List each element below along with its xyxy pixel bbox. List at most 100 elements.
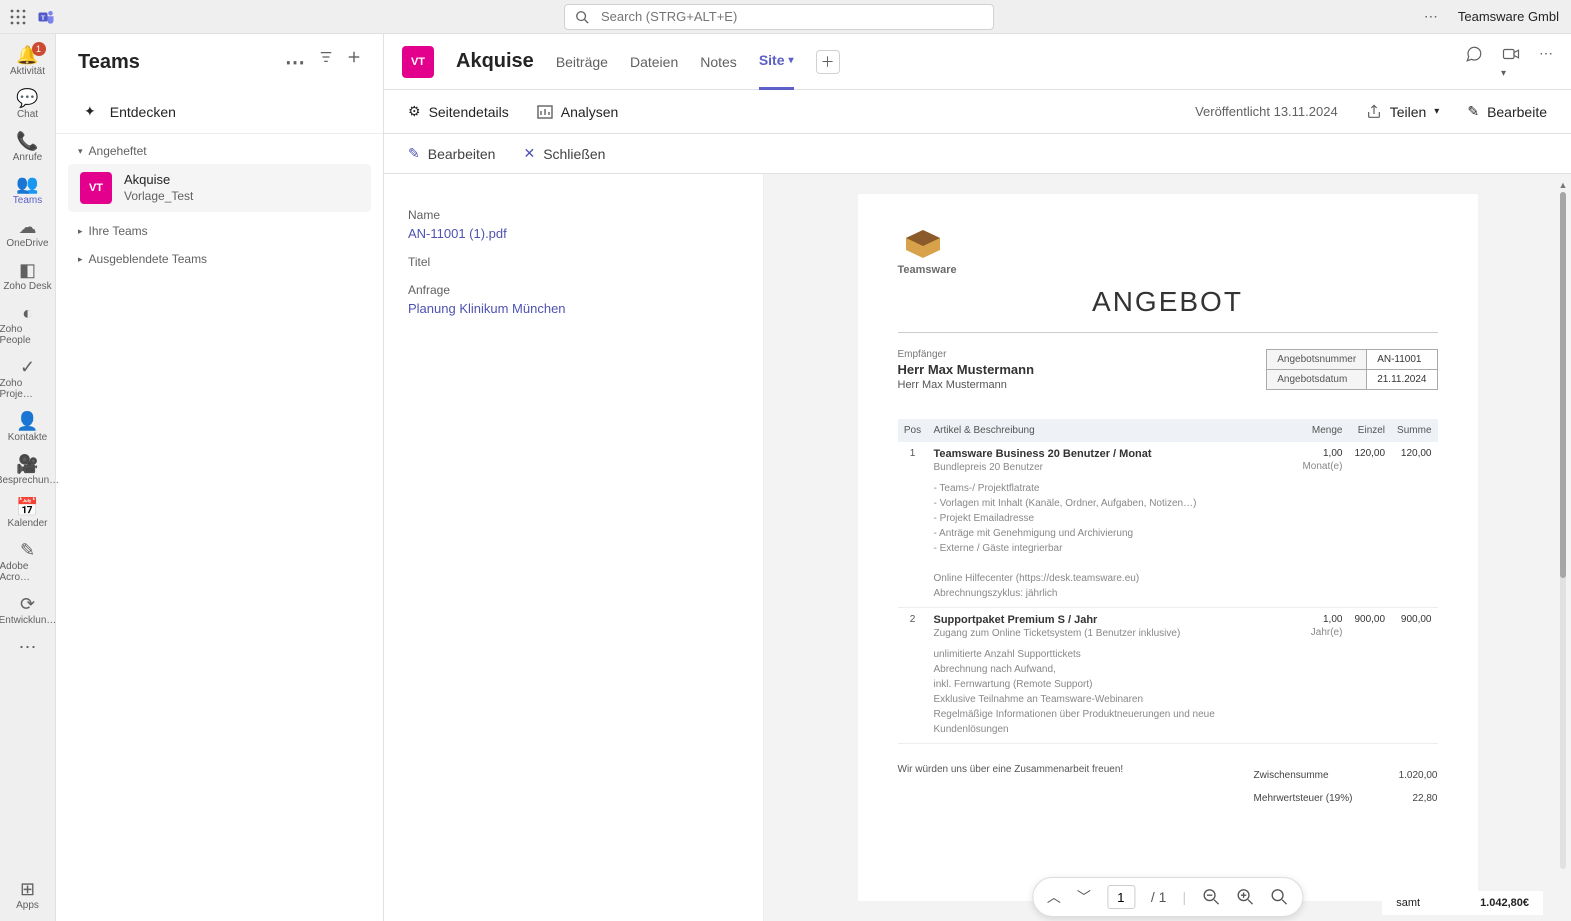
scroll-up-icon[interactable]: ▲ <box>1557 180 1569 192</box>
share-label: Teilen <box>1390 104 1427 120</box>
share-icon <box>1366 104 1382 120</box>
meta-title-key: Titel <box>408 255 739 269</box>
rail-label: Zoho People <box>0 324 56 346</box>
add-tab-button[interactable]: ＋ <box>816 50 840 74</box>
edit-page-button[interactable]: ✎ Bearbeite <box>1467 103 1547 120</box>
tab-dateien[interactable]: Dateien <box>630 34 678 90</box>
section-pinned-label: Angeheftet <box>89 144 147 158</box>
document-viewport[interactable]: Teamsware ANGEBOT Empfänger Herr Max Mus… <box>764 174 1571 921</box>
edit-item-button[interactable]: ✎ Bearbeiten <box>408 145 495 162</box>
global-search[interactable] <box>564 4 994 30</box>
meet-icon[interactable]: ▾ <box>1501 45 1521 79</box>
share-button[interactable]: Teilen ▾ <box>1366 104 1440 120</box>
channel-chip: VT <box>402 46 434 78</box>
teams-app-icon: T <box>36 7 56 27</box>
cell-summe: 120,00 <box>1391 442 1437 608</box>
search-icon <box>575 10 589 24</box>
gear-icon: ⚙ <box>408 103 421 120</box>
rail-item-entwick[interactable]: ⟳Entwicklun… <box>0 589 56 630</box>
more-icon: ⋯ <box>19 638 37 656</box>
rail-item-onedrive[interactable]: ☁OneDrive <box>0 212 56 253</box>
teams-filter-icon[interactable] <box>319 50 333 75</box>
calls-icon: 📞 <box>16 132 38 150</box>
rail-item-besprech[interactable]: 🎥 Besprechun… <box>0 449 56 490</box>
fit-icon[interactable] <box>1270 888 1288 906</box>
pinned-channel[interactable]: VT Akquise Vorlage_Test <box>68 164 371 212</box>
more-menu[interactable]: ⋯ <box>1412 8 1450 25</box>
rail-label: Besprechun… <box>0 475 59 486</box>
zoom-out-icon[interactable] <box>1202 888 1220 906</box>
tab-site[interactable]: Site ▾ <box>759 34 794 90</box>
rail-item-calls[interactable]: 📞Anrufe <box>0 126 56 167</box>
chevron-right-icon: ▸ <box>78 254 83 265</box>
rail-item-zohoproj[interactable]: ✓Zoho Proje… <box>0 352 56 404</box>
section-your-teams[interactable]: ▸ Ihre Teams <box>56 214 383 242</box>
analytics-button[interactable]: Analysen <box>537 104 619 120</box>
svg-text:T: T <box>41 14 46 21</box>
tab-beitraege[interactable]: Beiträge <box>556 34 608 90</box>
rail-label: Zoho Desk <box>3 281 51 292</box>
tab-more-icon[interactable]: ⋯ <box>1539 45 1553 79</box>
rail-item-acrobat[interactable]: ✎Adobe Acro… <box>0 535 56 587</box>
close-item-label: Schließen <box>543 146 605 162</box>
cell-menge: 1,00Monat(e) <box>1296 442 1348 608</box>
section-your-label: Ihre Teams <box>89 224 148 238</box>
chevron-down-icon: ▾ <box>1434 106 1439 117</box>
chat-icon[interactable] <box>1465 45 1483 79</box>
cell-menge: 1,00Jahr(e) <box>1296 608 1348 744</box>
scrollbar[interactable]: ▲ <box>1557 180 1569 881</box>
rail-label: Kalender <box>7 518 47 529</box>
table-row: 1Teamsware Business 20 Benutzer / MonatB… <box>898 442 1438 608</box>
waffle-icon[interactable] <box>8 7 28 27</box>
rail-item-kontakte[interactable]: 👤Kontakte <box>0 406 56 447</box>
scroll-thumb[interactable] <box>1560 192 1566 578</box>
tab-notes[interactable]: Notes <box>700 34 737 90</box>
zoom-in-icon[interactable] <box>1236 888 1254 906</box>
teams-icon: 👥 <box>16 175 38 193</box>
search-input[interactable] <box>599 8 983 25</box>
doc-heading: ANGEBOT <box>898 286 1438 318</box>
rail-item-chat[interactable]: 💬 Chat <box>0 83 56 124</box>
rail-label: Kontakte <box>8 432 47 443</box>
rail-label: Teams <box>13 195 42 206</box>
rail-label: Chat <box>17 109 38 120</box>
page-details-label: Seitendetails <box>429 104 509 120</box>
discover-button[interactable]: ✦ Entdecken <box>56 90 383 134</box>
page-total: 1 <box>1159 889 1167 905</box>
page-up-icon[interactable]: ︿ <box>1047 887 1061 907</box>
page-input[interactable] <box>1107 885 1135 909</box>
section-pinned[interactable]: ▾ Angeheftet <box>56 134 383 162</box>
close-item-button[interactable]: ✕ Schließen <box>523 145 605 162</box>
col-menge: Menge <box>1296 419 1348 442</box>
rail-item-zohopeople[interactable]: ◐Zoho People <box>0 298 56 350</box>
acrobat-icon: ✎ <box>20 541 35 559</box>
section-hidden-label: Ausgeblendete Teams <box>89 252 208 266</box>
rail-apps[interactable]: ⊞Apps <box>0 874 56 921</box>
teams-more-icon[interactable]: ⋯ <box>285 50 305 75</box>
rail-more[interactable]: ⋯ <box>0 632 56 660</box>
pencil-icon: ✎ <box>1467 103 1479 120</box>
teams-add-icon[interactable] <box>347 50 361 75</box>
meta-name-value[interactable]: AN-11001 (1).pdf <box>408 226 739 241</box>
org-name[interactable]: Teamsware Gmbl <box>1458 9 1563 24</box>
subtotal-value: 1.020,00 <box>1399 770 1438 781</box>
recipient-name: Herr Max Mustermann <box>898 362 1035 377</box>
section-hidden-teams[interactable]: ▸ Ausgeblendete Teams <box>56 242 383 270</box>
rail-item-activity[interactable]: 🔔Aktivität1 <box>0 40 56 81</box>
meta-anfrage-key: Anfrage <box>408 283 739 297</box>
chevron-down-icon: ▾ <box>78 146 83 157</box>
page-sep: / 1 <box>1151 889 1167 905</box>
besprech-icon: 🎥 <box>16 455 38 473</box>
rail-item-teams[interactable]: 👥 Teams <box>0 169 56 210</box>
grand-key: samt <box>1396 897 1420 909</box>
chat-icon: 💬 <box>16 89 38 107</box>
meta-anfrage-value[interactable]: Planung Klinikum München <box>408 301 739 316</box>
rail-item-zohodesk[interactable]: ◧Zoho Desk <box>0 255 56 296</box>
chart-icon <box>537 105 553 119</box>
page-details-button[interactable]: ⚙ Seitendetails <box>408 103 509 120</box>
rail-item-kalender[interactable]: 📅Kalender <box>0 492 56 533</box>
offer-date-value: 21.11.2024 <box>1367 370 1437 390</box>
page-down-icon[interactable]: ﹀ <box>1077 887 1091 907</box>
chevron-down-icon: ▾ <box>789 55 794 66</box>
brand-name: Teamsware <box>898 264 957 276</box>
